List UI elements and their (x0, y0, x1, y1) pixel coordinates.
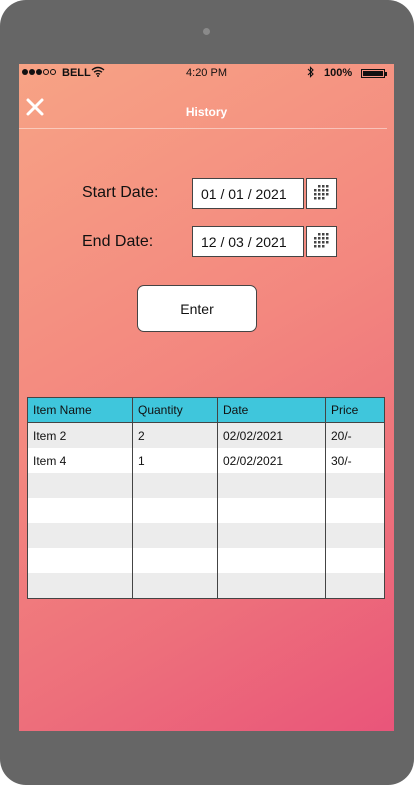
cell-quantity (132, 473, 218, 498)
table-row (27, 573, 385, 599)
camera-dot (203, 28, 210, 35)
cell-price (325, 473, 385, 498)
column-header-quantity: Quantity (132, 397, 218, 423)
table-row (27, 498, 385, 523)
cell-date: 02/02/2021 (217, 448, 326, 473)
calendar-icon (314, 233, 329, 248)
cell-item-name (27, 523, 133, 548)
cell-date (217, 498, 326, 523)
cell-date (217, 573, 326, 599)
cell-item-name: Item 2 (27, 422, 133, 448)
cell-quantity (132, 498, 218, 523)
column-header-price: Price (325, 397, 385, 423)
cell-price (325, 548, 385, 573)
start-date-input[interactable] (192, 178, 304, 209)
cell-item-name (27, 548, 133, 573)
table-header-row: Item Name Quantity Date Price (27, 397, 385, 423)
cell-date: 02/02/2021 (217, 422, 326, 448)
cell-item-name (27, 498, 133, 523)
table-row: Item 4 1 02/02/2021 30/- (27, 448, 385, 473)
cell-date (217, 523, 326, 548)
cell-price: 20/- (325, 422, 385, 448)
cell-quantity (132, 573, 218, 599)
column-header-item-name: Item Name (27, 397, 133, 423)
table-row (27, 548, 385, 573)
cell-item-name (27, 573, 133, 599)
cell-item-name (27, 473, 133, 498)
cell-price (325, 498, 385, 523)
cell-date (217, 473, 326, 498)
end-date-input[interactable] (192, 226, 304, 257)
cell-quantity (132, 548, 218, 573)
status-bar: BELL 4:20 PM 100% (19, 64, 394, 82)
header-divider (19, 128, 387, 129)
end-date-label: End Date: (82, 233, 154, 250)
bluetooth-icon (307, 66, 314, 78)
end-date-calendar-button[interactable] (306, 226, 337, 257)
table-row (27, 523, 385, 548)
cell-date (217, 548, 326, 573)
app-screen: BELL 4:20 PM 100% History Start Date: 01… (19, 64, 394, 731)
cell-quantity: 2 (132, 422, 218, 448)
column-header-date: Date (217, 397, 326, 423)
table-row (27, 473, 385, 498)
battery-icon (361, 69, 387, 78)
cell-price (325, 573, 385, 599)
cell-price (325, 523, 385, 548)
calendar-icon (314, 185, 329, 200)
cell-item-name: Item 4 (27, 448, 133, 473)
start-date-label: Start Date: (82, 184, 159, 201)
cell-price: 30/- (325, 448, 385, 473)
page-title: History (185, 105, 228, 119)
cell-quantity (132, 523, 218, 548)
history-table: Item Name Quantity Date Price Item 2 2 0… (27, 397, 385, 599)
start-date-calendar-button[interactable] (306, 178, 337, 209)
phone-frame: BELL 4:20 PM 100% History Start Date: 01… (0, 0, 414, 785)
table-row: Item 2 2 02/02/2021 20/- (27, 422, 385, 448)
enter-button[interactable]: Enter (137, 285, 257, 332)
cell-quantity: 1 (132, 448, 218, 473)
battery-fill (363, 71, 383, 76)
battery-percent: 100% (324, 67, 353, 79)
